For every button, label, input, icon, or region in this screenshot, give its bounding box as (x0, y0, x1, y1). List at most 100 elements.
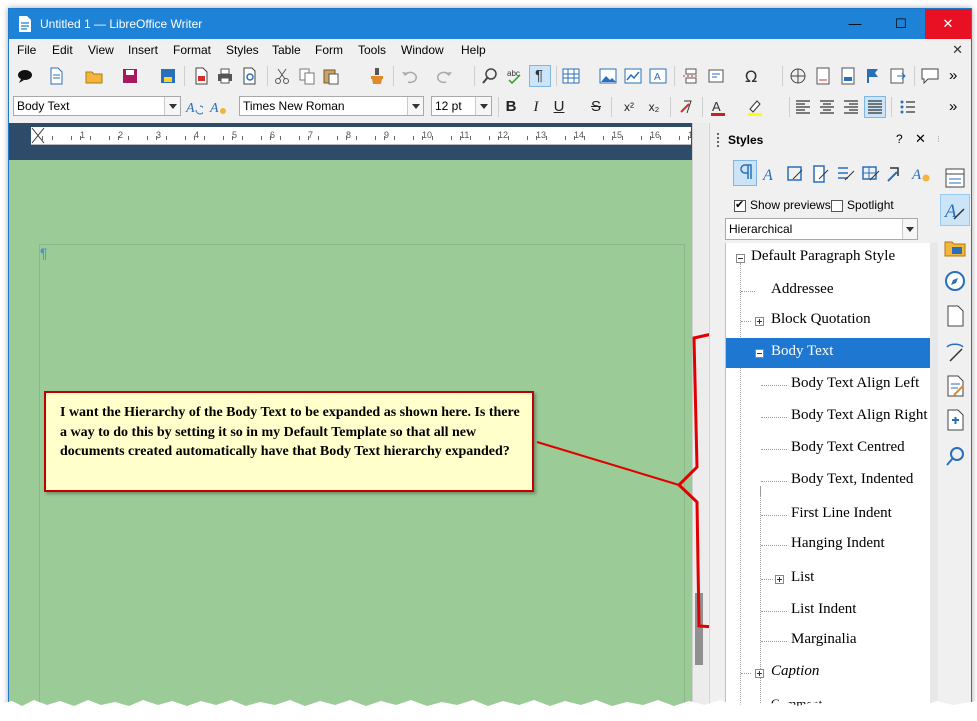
menu-format[interactable]: Format (173, 43, 211, 57)
close-document-icon[interactable]: ✕ (952, 42, 963, 58)
chevron-down-icon[interactable] (407, 97, 423, 115)
expand-icon[interactable] (755, 669, 764, 678)
page-break-icon[interactable] (682, 67, 700, 85)
export-pdf-icon[interactable] (192, 67, 210, 85)
undo-icon[interactable] (401, 67, 419, 85)
tree-item-addressee[interactable]: Addressee (726, 276, 931, 306)
new-document-icon[interactable] (47, 67, 65, 85)
sidebar-help-icon[interactable]: ? (896, 132, 903, 146)
menu-view[interactable]: View (88, 43, 114, 57)
collapse-icon[interactable] (736, 254, 745, 263)
style-inspector-deck-icon[interactable] (944, 341, 966, 363)
sidebar-grip-handle[interactable] (717, 133, 721, 147)
properties-deck-icon[interactable] (944, 167, 966, 189)
styles-tree-scrollbar[interactable] (930, 243, 938, 709)
special-character-icon[interactable]: Ω (744, 67, 762, 85)
tree-item-list[interactable]: List (726, 564, 931, 594)
chevron-down-icon[interactable] (164, 97, 180, 115)
tree-item-block-quotation[interactable]: Block Quotation (726, 306, 931, 336)
export-icon[interactable] (159, 67, 177, 85)
chevron-down-icon[interactable] (475, 97, 491, 115)
formatting-toolbar-overflow-icon[interactable]: » (949, 98, 957, 115)
superscript-button[interactable]: x² (619, 96, 639, 118)
underline-button[interactable]: U (549, 96, 569, 118)
insert-image-icon[interactable] (599, 67, 617, 85)
tree-item-body-text-centred[interactable]: Body Text Centred (726, 434, 931, 464)
standard-toolbar-overflow-icon[interactable]: » (949, 67, 957, 84)
tree-item-body-text[interactable]: Body Text (726, 338, 931, 368)
insert-textbox-icon[interactable]: A (649, 67, 667, 85)
print-icon[interactable] (216, 67, 234, 85)
unordered-list-icon[interactable] (899, 98, 917, 116)
bookmark-icon[interactable] (864, 67, 882, 85)
align-right-icon[interactable] (842, 98, 860, 116)
tree-item-hanging-indent[interactable]: Hanging Indent (726, 530, 931, 560)
clone-formatting-icon[interactable] (368, 67, 386, 85)
tree-item-caption[interactable]: Caption (726, 658, 931, 688)
save-icon[interactable] (121, 67, 139, 85)
menu-table[interactable]: Table (272, 43, 301, 57)
redo-icon[interactable] (435, 67, 453, 85)
open-folder-icon[interactable] (85, 67, 103, 85)
cross-reference-icon[interactable] (889, 67, 907, 85)
justify-button[interactable] (864, 96, 886, 118)
insert-table-icon[interactable] (562, 67, 580, 85)
tree-item-body-text-indented[interactable]: Body Text, Indented (726, 466, 931, 496)
endnote-icon[interactable] (839, 67, 857, 85)
show-previews-checkbox[interactable] (734, 198, 746, 212)
insert-comment-icon[interactable] (921, 67, 939, 85)
chevron-down-icon[interactable] (902, 219, 917, 239)
highlighting-color-icon[interactable] (746, 98, 764, 116)
menu-tools[interactable]: Tools (358, 43, 386, 57)
horizontal-ruler[interactable]: 1234567891011121314151617 (31, 127, 698, 145)
paste-icon[interactable] (322, 67, 340, 85)
list-styles-icon[interactable] (835, 163, 857, 185)
character-styles-icon[interactable]: A (760, 163, 782, 185)
tree-item-default-paragraph-style[interactable]: Default Paragraph Style (726, 243, 931, 273)
italic-button[interactable]: I (526, 96, 546, 118)
subscript-button[interactable]: x₂ (644, 96, 664, 118)
frame-styles-icon[interactable] (785, 163, 807, 185)
menu-form[interactable]: Form (315, 43, 343, 57)
minimize-button[interactable]: — (832, 9, 878, 39)
design-deck-icon[interactable] (944, 409, 966, 431)
align-left-icon[interactable] (794, 98, 812, 116)
formatting-marks-button[interactable]: ¶ (529, 65, 551, 87)
align-center-icon[interactable] (818, 98, 836, 116)
expand-icon[interactable] (775, 575, 784, 584)
page-styles-icon[interactable] (810, 163, 832, 185)
styles-deck-button[interactable]: A (940, 194, 970, 226)
menu-insert[interactable]: Insert (128, 43, 158, 57)
table-styles-icon[interactable] (860, 163, 882, 185)
tree-item-list-indent[interactable]: List Indent (726, 596, 931, 626)
expand-icon[interactable] (755, 317, 764, 326)
strikethrough-button[interactable]: S (586, 96, 606, 118)
find-deck-icon[interactable] (944, 445, 966, 467)
hyperlink-icon[interactable] (789, 67, 807, 85)
bold-button[interactable]: B (501, 96, 521, 118)
style-filter-select[interactable]: Hierarchical (725, 218, 918, 240)
fill-format-mode-icon[interactable] (885, 163, 907, 185)
insert-chart-icon[interactable] (624, 67, 642, 85)
menu-file[interactable]: File (17, 43, 36, 57)
clear-formatting-icon[interactable] (678, 98, 696, 116)
navigator-deck-icon[interactable] (944, 270, 966, 292)
update-style-icon[interactable]: A (185, 98, 203, 116)
tree-item-marginalia[interactable]: Marginalia (726, 626, 931, 656)
maximize-button[interactable]: ☐ (878, 9, 924, 39)
new-style-from-selection-icon[interactable]: A (910, 163, 932, 185)
cut-icon[interactable] (273, 67, 291, 85)
comment-balloon-icon[interactable] (16, 67, 34, 85)
gallery-deck-icon[interactable] (944, 236, 966, 258)
menu-help[interactable]: Help (461, 43, 486, 57)
font-name-combo[interactable]: Times New Roman (239, 96, 424, 116)
print-preview-icon[interactable] (241, 67, 259, 85)
tree-item-body-text-align-left[interactable]: Body Text Align Left (726, 370, 931, 400)
footnote-icon[interactable] (814, 67, 832, 85)
spotlight-checkbox[interactable] (831, 200, 843, 212)
sidebar-close-icon[interactable]: ✕ (915, 131, 926, 147)
spelling-icon[interactable]: abc (506, 67, 524, 85)
menu-window[interactable]: Window (401, 43, 444, 57)
font-color-icon[interactable]: A (709, 98, 727, 116)
menu-edit[interactable]: Edit (52, 43, 73, 57)
